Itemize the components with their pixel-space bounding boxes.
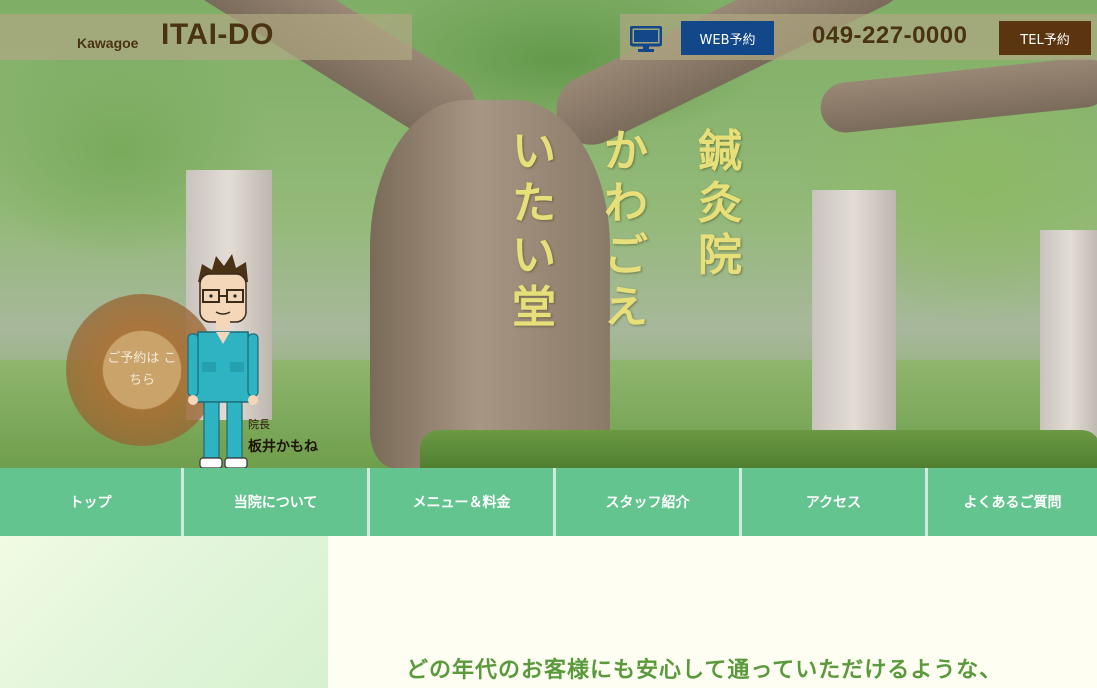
hero-pillar [1040, 230, 1097, 440]
phone-number[interactable]: 049-227-0000 [812, 22, 967, 50]
tel-reserve-button[interactable]: TEL予約 [999, 21, 1091, 55]
tree-branch [818, 54, 1097, 136]
hedge [420, 430, 1097, 468]
nav-item-faq[interactable]: よくあるご質問 [928, 468, 1097, 536]
title-char: い [512, 230, 556, 281]
title-char: た [512, 178, 556, 229]
nav-item-menu[interactable]: メニュー＆料金 [370, 468, 553, 536]
title-char: 堂 [512, 282, 556, 333]
title-column-1: 鍼 灸 院 [694, 126, 746, 282]
monitor-icon [630, 26, 662, 52]
brand-logo[interactable]: ITAI-DO [161, 18, 274, 52]
nav-item-access[interactable]: アクセス [742, 468, 925, 536]
main-nav: トップ 当院について メニュー＆料金 スタッフ紹介 アクセス よくあるご質問 [0, 468, 1097, 536]
title-char: ご [604, 230, 648, 281]
title-char: 灸 [698, 178, 742, 229]
title-column-2: か わ ご え [600, 126, 652, 334]
title-char: か [604, 126, 648, 177]
intro-tagline: どの年代のお客様にも安心して通っていただけるような、 [406, 658, 1003, 683]
brand-city: Kawagoe [77, 35, 139, 51]
director-name: 板井かもね [248, 439, 318, 455]
hero-pillar [812, 190, 896, 440]
title-char: 院 [698, 230, 742, 281]
director-role: 院長 [248, 418, 270, 431]
title-char: い [512, 126, 556, 177]
title-column-3: い た い 堂 [508, 126, 560, 334]
tree-trunk [370, 100, 610, 468]
title-char: わ [604, 178, 648, 229]
title-char: え [604, 282, 648, 333]
nav-item-staff[interactable]: スタッフ紹介 [556, 468, 739, 536]
nav-item-top[interactable]: トップ [0, 468, 181, 536]
title-char: 鍼 [698, 126, 742, 177]
web-reserve-button[interactable]: WEB予約 [681, 21, 774, 55]
reserve-circle-label: ご予約は こちら [107, 351, 177, 388]
intro-image-panel [0, 536, 328, 688]
nav-item-about[interactable]: 当院について [184, 468, 367, 536]
